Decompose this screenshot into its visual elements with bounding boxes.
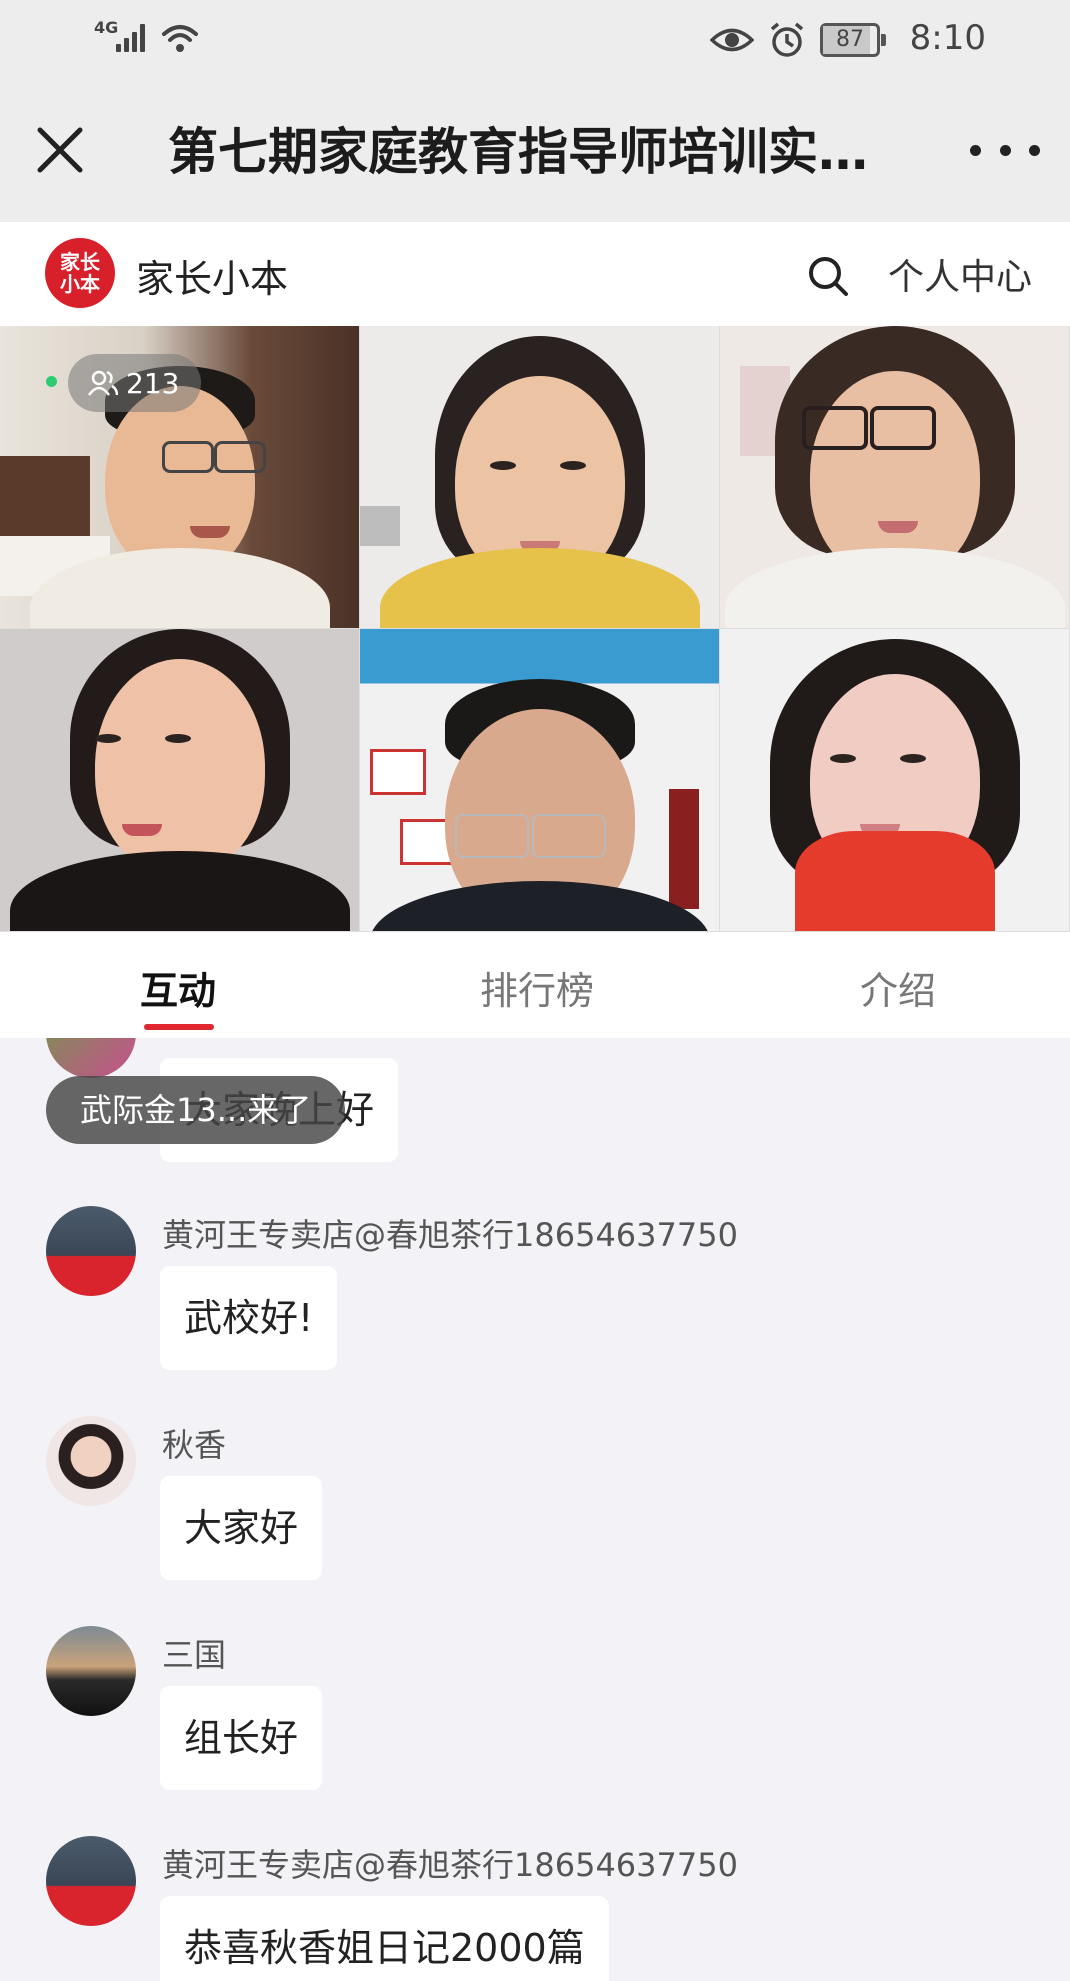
battery-level: 87 bbox=[836, 27, 864, 52]
battery-icon: 87 bbox=[820, 23, 886, 57]
profile-center-link[interactable]: 个人中心 bbox=[888, 248, 1032, 300]
avatar[interactable] bbox=[46, 1206, 136, 1296]
brand-name[interactable]: 家长小本 bbox=[136, 248, 288, 303]
video-tile-participant[interactable] bbox=[360, 326, 720, 629]
message-username[interactable]: 秋香 bbox=[162, 1420, 226, 1466]
more-icon[interactable] bbox=[970, 130, 1040, 170]
eye-icon bbox=[710, 28, 754, 52]
brand-logo[interactable]: 家长 小本 bbox=[45, 238, 115, 308]
avatar[interactable] bbox=[46, 1416, 136, 1506]
clock: 8:10 bbox=[909, 18, 986, 58]
tab-leaderboard[interactable]: 排行榜 bbox=[480, 960, 594, 1015]
signal-icon bbox=[116, 22, 150, 52]
video-tile-host[interactable]: 213 bbox=[0, 326, 360, 629]
tab-intro[interactable]: 介绍 bbox=[860, 960, 936, 1015]
page-title: 第七期家庭教育指导师培训实… bbox=[168, 123, 868, 181]
live-indicator bbox=[46, 376, 57, 387]
avatar[interactable] bbox=[46, 1038, 136, 1078]
chat-list[interactable]: 大家晚上好 武际金13...来了 黄河王专卖店@春旭茶行18654637750 … bbox=[0, 1038, 1070, 1981]
message-bubble: 恭喜秋香姐日记2000篇 bbox=[160, 1896, 609, 1981]
status-icons: 87 bbox=[710, 20, 886, 60]
video-grid: 213 bbox=[0, 326, 1070, 932]
message-bubble: 大家好 bbox=[160, 1476, 323, 1580]
message-username[interactable]: 黄河王专卖店@春旭茶行18654637750 bbox=[162, 1840, 738, 1886]
status-bar: 4G 87 8:10 bbox=[0, 0, 1070, 80]
video-tile-participant[interactable] bbox=[360, 629, 720, 932]
network-type: 4G bbox=[94, 18, 119, 37]
viewer-count-badge: 213 bbox=[68, 354, 202, 412]
people-icon bbox=[88, 370, 118, 396]
active-tab-indicator bbox=[144, 1024, 214, 1030]
wifi-icon bbox=[162, 25, 198, 52]
search-icon[interactable] bbox=[806, 254, 850, 298]
close-icon[interactable] bbox=[30, 120, 90, 180]
viewer-count: 213 bbox=[126, 366, 180, 400]
brand-bar: 家长 小本 家长小本 个人中心 bbox=[0, 222, 1070, 327]
avatar[interactable] bbox=[46, 1836, 136, 1926]
message-bubble: 组长好 bbox=[160, 1686, 323, 1790]
video-tile-participant[interactable] bbox=[720, 629, 1070, 932]
message-username[interactable]: 三国 bbox=[162, 1630, 226, 1676]
tab-interaction[interactable]: 互动 bbox=[140, 960, 216, 1015]
video-tile-participant[interactable] bbox=[720, 326, 1070, 629]
join-notice: 武际金13...来了 bbox=[46, 1076, 346, 1144]
avatar[interactable] bbox=[46, 1626, 136, 1716]
title-bar: 第七期家庭教育指导师培训实… bbox=[0, 80, 1070, 222]
alarm-icon bbox=[770, 22, 804, 57]
message-username[interactable]: 黄河王专卖店@春旭茶行18654637750 bbox=[162, 1210, 738, 1256]
video-tile-participant[interactable] bbox=[0, 629, 360, 932]
tab-bar: 互动 排行榜 介绍 bbox=[0, 932, 1070, 1039]
message-bubble: 武校好! bbox=[160, 1266, 338, 1370]
